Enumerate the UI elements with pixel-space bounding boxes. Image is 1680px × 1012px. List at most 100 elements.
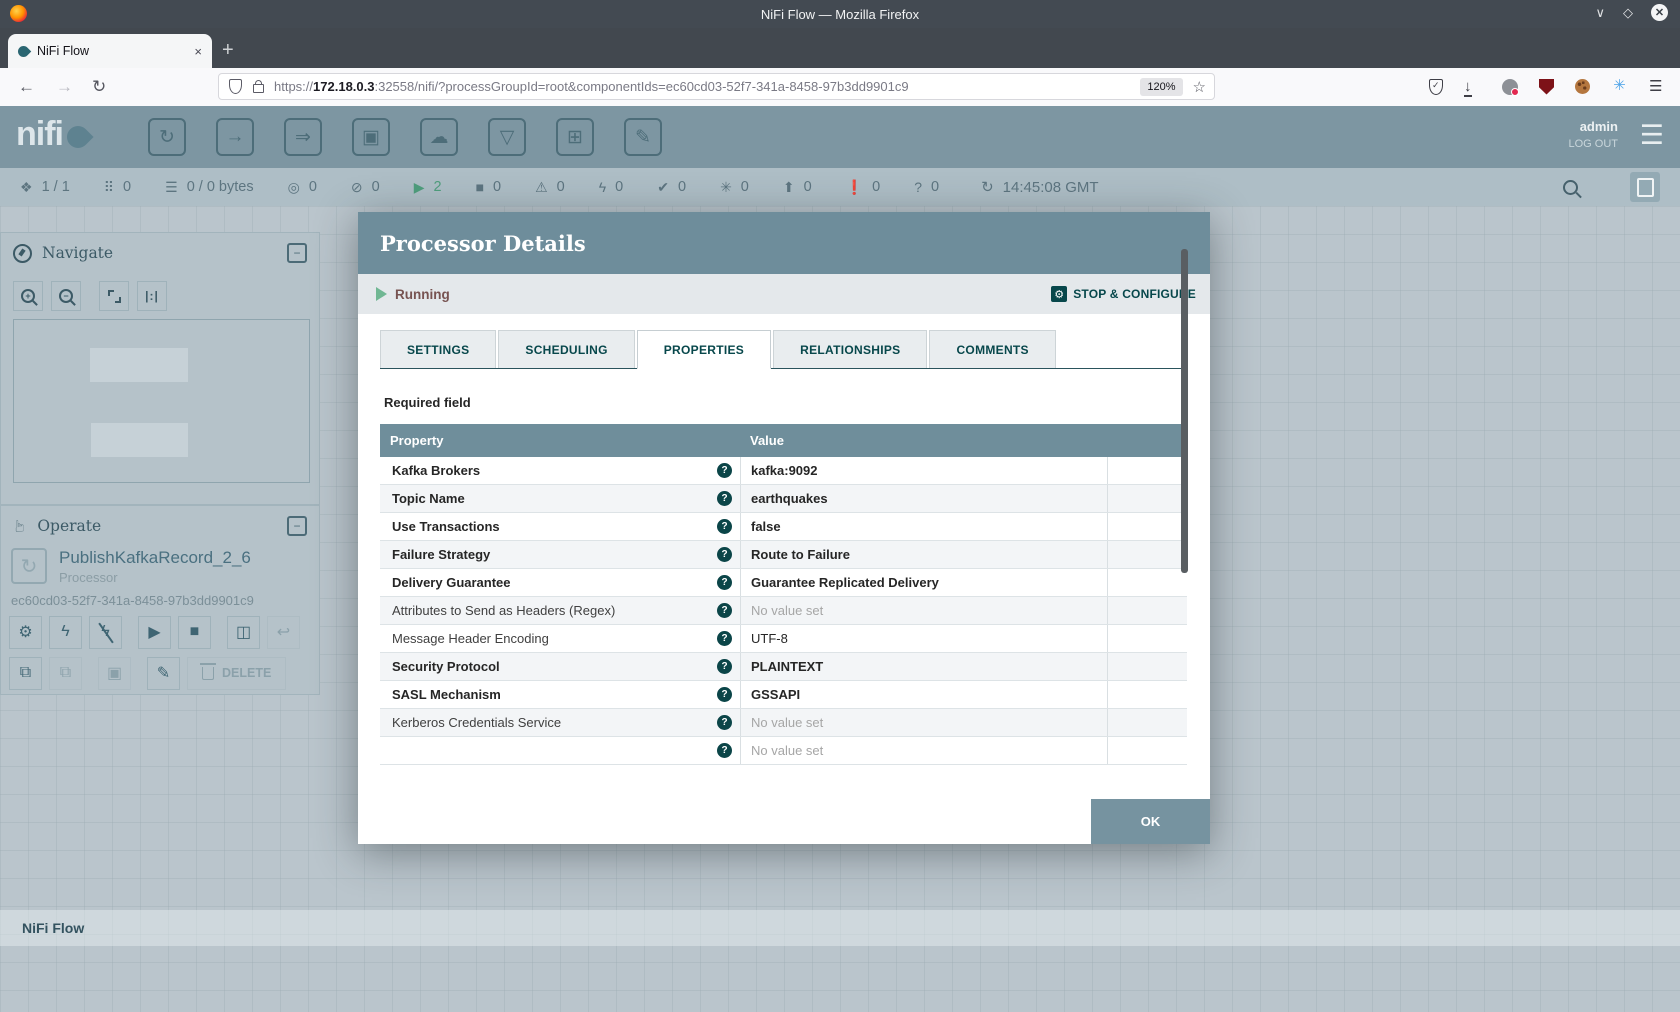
nifi-statusbar: ❖ 1 / 1 ⠿ 0 ☰ 0 / 0 bytes ◎ 0 ⊘ 0 ▶ 2 ■ … [0,168,1680,206]
cluster-icon: ❖ 1 / 1 [20,178,70,196]
gear-icon: ⚙ [1051,286,1068,302]
help-icon[interactable]: ? [717,491,732,506]
property-row[interactable]: Failure Strategy ? Route to Failure → [380,541,1187,569]
reload-button[interactable]: ↻ [92,77,106,97]
property-row[interactable]: SASL Mechanism ? GSSAPI → [380,681,1187,709]
property-row[interactable]: Kerberos Credentials Service ? No value … [380,709,1187,737]
start-button[interactable]: ▶ [138,615,171,649]
birdseye-minimap[interactable] [13,319,310,483]
template-icon[interactable]: ⊞ [556,118,594,156]
change-color-button[interactable]: ✎ [147,656,180,690]
nifi-favicon [15,43,32,59]
nifi-header: nifi ↻ → ⇒ ▣ ☁ ▽ ⊞ ✎ admin LOG OUT ☰ [0,106,1680,168]
property-row[interactable]: Use Transactions ? false → [380,513,1187,541]
global-menu-button[interactable]: ☰ [1640,120,1664,150]
required-field-note: Required field [384,395,471,410]
input-port-icon[interactable]: → [216,118,254,156]
firefox-menu-button[interactable]: ☰ [1649,78,1666,95]
window-maximize-button[interactable]: ◇ [1623,5,1633,21]
dialog-tab[interactable]: SCHEDULING [498,330,635,368]
stop-and-configure-button[interactable]: ⚙ STOP & CONFIGURE [1051,286,1196,302]
tab-close-icon[interactable]: × [194,44,202,59]
ok-button[interactable]: OK [1091,799,1210,844]
page-zoom-badge[interactable]: 120% [1140,77,1183,96]
browser-tab[interactable]: NiFi Flow × [8,34,212,68]
help-icon[interactable]: ? [717,575,732,590]
funnel-icon[interactable]: ▽ [488,118,526,156]
zoom-actual-button[interactable]: |:| [137,281,167,311]
zoom-fit-button[interactable] [99,281,129,311]
search-icon[interactable] [1563,179,1578,195]
property-row[interactable]: Topic Name ? earthquakes → [380,485,1187,513]
revert-flow-version-button[interactable]: ↩ [267,615,300,649]
dialog-tab[interactable]: COMMENTS [929,330,1056,368]
logout-link[interactable]: LOG OUT [1568,138,1618,150]
help-icon[interactable]: ? [717,743,732,758]
help-icon[interactable]: ? [717,547,732,562]
connection-lock-icon[interactable] [253,80,264,93]
new-tab-button[interactable]: + [222,40,234,60]
dialog-title: Processor Details [380,230,586,256]
not-transmitting-icon: ⊘ 0 [350,178,380,196]
stop-button[interactable]: ■ [178,615,211,649]
help-icon[interactable]: ? [717,519,732,534]
help-icon[interactable]: ? [717,715,732,730]
dialog-tab[interactable]: RELATIONSHIPS [773,330,928,368]
processor-icon: ↻ [11,548,47,585]
bookmark-star-icon[interactable]: ☆ [1193,78,1206,96]
property-row[interactable]: ? No value set → [380,737,1187,765]
help-icon[interactable]: ? [717,603,732,618]
property-row[interactable]: Message Header Encoding ? UTF-8 → [380,625,1187,653]
paste-button[interactable]: ⧉ [49,656,82,690]
output-port-icon[interactable]: ⇒ [284,118,322,156]
minimap-component [90,348,188,382]
delete-button[interactable]: DELETE [187,656,287,690]
label-icon[interactable]: ✎ [624,118,662,156]
disabled-icon: ϟ 0 [598,179,624,195]
navigate-collapse-button[interactable]: − [287,243,307,263]
cookie-extension-icon[interactable] [1575,79,1590,94]
window-close-button[interactable]: ✕ [1651,4,1668,21]
dialog-tab[interactable]: SETTINGS [380,330,497,368]
table-scrollbar[interactable] [1181,249,1188,573]
process-group-icon[interactable]: ▣ [352,118,390,156]
ublock-extension-icon[interactable] [1539,78,1554,95]
group-button[interactable]: ▣ [98,656,131,690]
configure-button[interactable]: ⚙ [9,615,42,649]
refresh-icon[interactable]: ↻ [981,178,994,196]
help-icon[interactable]: ? [717,631,732,646]
property-row[interactable]: Security Protocol ? PLAINTEXT → [380,653,1187,681]
locally-modified-icon: ✳ 0 [720,178,749,196]
enable-button[interactable]: ϟ [49,615,82,649]
dialog-tab[interactable]: PROPERTIES [636,330,772,369]
remote-process-group-icon[interactable]: ☁ [420,118,458,156]
zoom-out-button[interactable]: − [51,281,81,311]
url-text: https://172.18.0.3:32558/nifi/?processGr… [274,79,909,94]
breadcrumb[interactable]: NiFi Flow [22,920,84,936]
property-row[interactable]: Attributes to Send as Headers (Regex) ? … [380,597,1187,625]
zoom-in-button[interactable]: + [13,281,43,311]
help-icon[interactable]: ? [717,687,732,702]
forward-button[interactable]: → [56,77,73,97]
property-row[interactable]: Delivery Guarantee ? Guarantee Replicate… [380,569,1187,597]
operate-collapse-button[interactable]: − [287,516,307,536]
disable-button[interactable]: ϟ [89,615,122,649]
tracking-protection-shield-icon[interactable] [229,79,242,94]
proxy-extension-icon[interactable] [1502,78,1519,96]
help-icon[interactable]: ? [717,659,732,674]
downloads-icon[interactable]: ↓ [1464,78,1472,97]
run-status-label: Running [395,286,450,302]
save-flow-version-button[interactable]: ◫ [227,615,260,649]
flow-settings-toggle[interactable] [1630,172,1660,202]
back-button[interactable]: ← [18,77,35,97]
copy-button[interactable]: ⧉ [9,656,42,690]
snowflake-extension-icon[interactable]: ✳ [1611,78,1628,95]
stale-icon: ⬆ 0 [782,178,812,196]
property-row[interactable]: Kafka Brokers ? kafka:9092 → [380,457,1187,485]
processor-icon[interactable]: ↻ [148,118,186,156]
shield-check-extension-icon[interactable] [1429,78,1443,95]
navigate-title: Navigate [42,244,114,262]
window-minimize-button[interactable]: ∨ [1595,5,1605,21]
url-bar[interactable]: https://172.18.0.3:32558/nifi/?processGr… [218,73,1215,100]
help-icon[interactable]: ? [717,463,732,478]
